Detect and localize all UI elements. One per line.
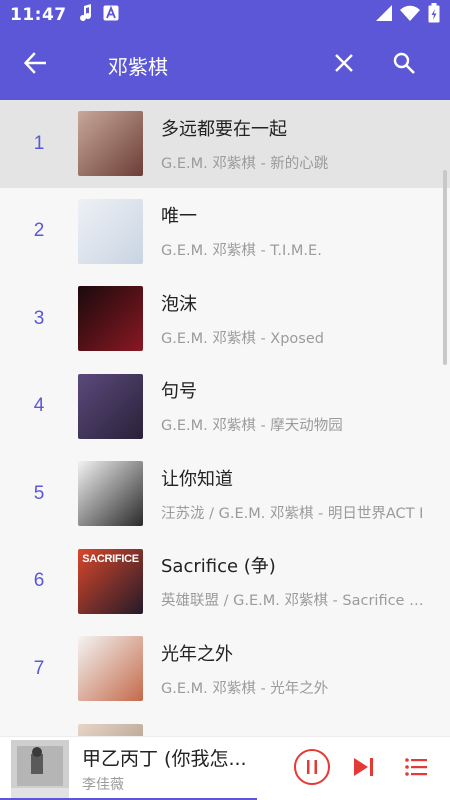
song-meta: 光年之外 G.E.M. 邓紫棋 - 光年之外 [161,640,450,698]
wifi-icon [400,5,420,25]
song-title: 泡沫 [161,293,197,315]
battery-icon [428,3,440,27]
song-artist-album: 汪苏泷 / G.E.M. 邓紫棋 - 明日世界ACT I [161,505,424,522]
song-rank: 4 [33,395,45,417]
pause-icon [293,748,331,790]
song-artist-album: G.E.M. 邓紫棋 - Xposed [161,330,324,347]
song-title: 多远都要在一起 [161,118,287,140]
song-rank: 5 [33,482,45,504]
song-row[interactable]: 8 [0,712,450,736]
list-scrollbar[interactable] [443,170,447,365]
song-rank: 1 [33,132,45,154]
back-button[interactable] [0,30,70,100]
search-button[interactable] [374,30,434,100]
song-artist-album: G.E.M. 邓紫棋 - 光年之外 [161,680,329,697]
playlist-button[interactable] [390,737,442,800]
search-icon [393,52,415,78]
song-title: 唯一 [161,206,197,228]
search-input[interactable]: 邓紫棋 [108,51,314,80]
next-button[interactable] [338,737,390,800]
clear-search-button[interactable] [314,30,374,100]
song-meta: 多远都要在一起 G.E.M. 邓紫棋 - 新的心跳 [161,115,450,173]
status-bar: 11:47 [0,0,450,30]
skip-next-icon [353,757,375,781]
song-title: 让你知道 [161,468,233,490]
song-meta: 泡沫 G.E.M. 邓紫棋 - Xposed [161,290,450,348]
search-toolbar: 邓紫棋 [0,30,450,100]
music-note-icon [79,4,93,26]
song-row[interactable]: 2 唯一 G.E.M. 邓紫棋 - T.I.M.E. [0,187,450,275]
song-list: 1 多远都要在一起 G.E.M. 邓紫棋 - 新的心跳 2 唯一 G.E.M. 邓紫棋 -… [0,100,450,736]
player-artist: 李佳薇 [82,776,124,793]
arrow-back-icon [23,52,47,78]
song-row[interactable]: 5 让你知道汪苏泷 / G.E.M. 邓紫棋 - 明日世界ACT I [0,450,450,538]
song-meta: 让你知道汪苏泷 / G.E.M. 邓紫棋 - 明日世界ACT I [161,465,450,523]
song-title: 句号 [161,381,197,403]
album-cover-image [78,636,143,702]
album-cover-image [78,198,143,264]
album-cover-image [78,461,143,527]
song-artist-album: G.E.M. 邓紫棋 - T.I.M.E. [161,243,322,260]
player-info[interactable]: 甲乙丙丁 (你我怎... 李佳薇 [82,744,286,794]
album-cover-image [78,286,143,352]
song-title: Sacrifice (争) [161,556,276,578]
song-artist-album: G.E.M. 邓紫棋 - 摩天动物园 [161,418,343,435]
song-rank: 6 [33,570,45,592]
song-row[interactable]: 7 光年之外 G.E.M. 邓紫棋 - 光年之外 [0,625,450,713]
song-row[interactable]: 6 SACRIFICE Sacrifice (争) 英雄联盟 / G.E.M. 邓紫棋… [0,537,450,625]
song-artist-album: G.E.M. 邓紫棋 - 新的心跳 [161,155,329,172]
cover-text: SACRIFICE [82,552,139,565]
album-cover-image: SACRIFICE [78,548,143,614]
song-row[interactable]: 4 句号 G.E.M. 邓紫棋 - 摩天动物园 [0,362,450,450]
pause-button[interactable] [286,737,338,800]
song-rank: 2 [33,220,45,242]
album-cover-image [78,723,143,736]
song-artist-album: 英雄联盟 / G.E.M. 邓紫棋 - Sacrifice (... [161,593,429,610]
song-meta: 句号 G.E.M. 邓紫棋 - 摩天动物园 [161,377,450,435]
status-time: 11:47 [10,5,67,25]
song-meta: 唯一 G.E.M. 邓紫棋 - T.I.M.E. [161,202,450,260]
song-row[interactable]: 3 泡沫 G.E.M. 邓紫棋 - Xposed [0,275,450,363]
player-song-title: 甲乙丙丁 (你我怎... [82,747,247,770]
song-meta: Sacrifice (争) 英雄联盟 / G.E.M. 邓紫棋 - Sacrifi… [161,552,450,610]
song-rank: 3 [33,307,45,329]
song-title: 光年之外 [161,643,233,665]
mini-player[interactable]: 甲乙丙丁 (你我怎... 李佳薇 [0,736,450,800]
queue-list-icon [405,757,427,781]
song-rank: 7 [33,657,45,679]
player-cover-image[interactable] [11,739,69,798]
keyboard-a-icon [103,5,119,25]
song-row[interactable]: 1 多远都要在一起 G.E.M. 邓紫棋 - 新的心跳 [0,100,450,188]
album-cover-image [78,111,143,177]
close-icon [335,54,353,76]
signal-icon [376,5,392,25]
album-cover-image [78,373,143,439]
